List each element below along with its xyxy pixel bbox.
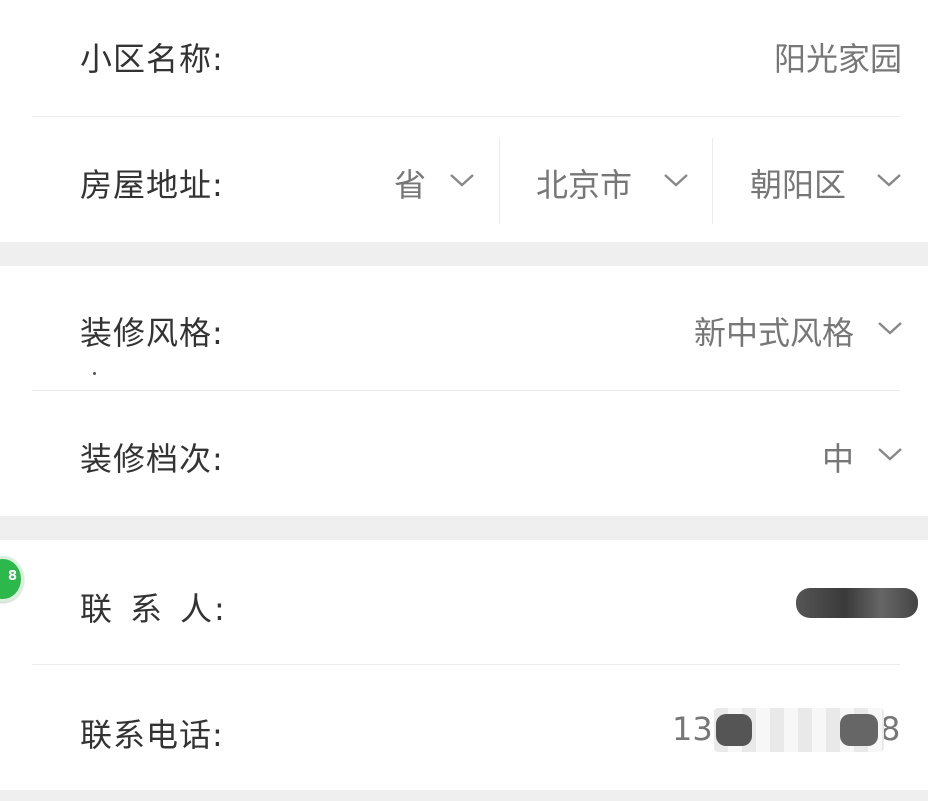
redacted-phone-dark — [716, 714, 752, 746]
label-char: 系 — [130, 590, 164, 628]
decoration-style-value: 新中式风格 — [693, 314, 854, 352]
community-row[interactable]: 小区名称: 阳光家园 — [0, 0, 928, 120]
redacted-name — [796, 588, 918, 618]
decoration-level-value: 中 — [821, 440, 854, 478]
divider — [32, 390, 900, 391]
province-value: 省 — [394, 166, 427, 204]
province-select[interactable]: 省 — [380, 138, 498, 224]
label-char: 联 — [80, 590, 114, 628]
chevron-down-icon — [662, 166, 690, 194]
city-select[interactable]: 北京市 — [500, 138, 712, 224]
contact-phone-row[interactable]: 联系电话: 13 8 — [0, 666, 928, 786]
contact-card: 联系人: 联系电话: 13 8 — [0, 540, 928, 790]
address-label: 房屋地址: — [80, 166, 224, 204]
redacted-phone-dark — [840, 714, 878, 746]
label-char: : — [214, 590, 226, 628]
district-select[interactable]: 朝阳区 — [713, 138, 928, 224]
decoration-card: 装修风格: 新中式风格 装修档次: 中 — [0, 266, 928, 516]
district-value: 朝阳区 — [750, 166, 847, 204]
community-value[interactable]: 阳光家园 — [774, 34, 902, 80]
divider — [32, 116, 900, 117]
chevron-down-icon — [448, 166, 476, 194]
decoration-level-label: 装修档次: — [80, 440, 224, 478]
decoration-level-row[interactable]: 装修档次: 中 — [0, 392, 928, 512]
chevron-down-icon — [875, 166, 903, 194]
chevron-down-icon — [876, 440, 904, 468]
label-char: 人 — [180, 590, 214, 628]
stray-dot — [93, 372, 96, 375]
phone-prefix: 13 — [672, 710, 713, 748]
badge-text: 8 — [7, 569, 17, 584]
contact-person-label: 联系人: — [80, 584, 226, 630]
basic-info-card: 小区名称: 阳光家园 房屋地址: 省 北京市 朝阳区 — [0, 0, 928, 242]
contact-phone-label: 联系电话: — [80, 716, 224, 754]
community-label: 小区名称: — [80, 40, 224, 78]
chevron-down-icon — [876, 314, 904, 342]
decoration-style-row[interactable]: 装修风格: 新中式风格 — [0, 266, 928, 386]
divider — [32, 664, 900, 665]
decoration-style-label: 装修风格: — [80, 314, 224, 352]
contact-person-row[interactable]: 联系人: — [0, 540, 928, 660]
address-row: 房屋地址: 省 北京市 朝阳区 — [0, 118, 928, 238]
city-value: 北京市 — [536, 166, 633, 204]
